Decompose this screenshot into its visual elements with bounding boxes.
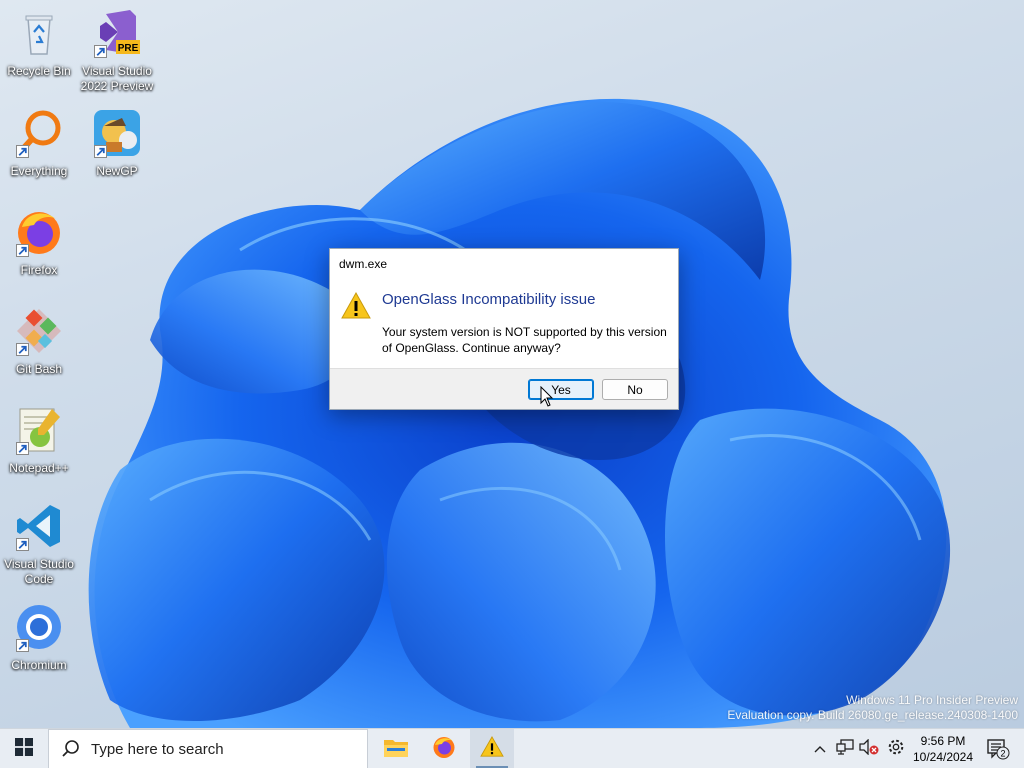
chevron-up-icon (814, 740, 826, 758)
desktop-icon-vscode[interactable]: Visual Studio Code (0, 497, 78, 587)
shortcut-arrow-icon (16, 145, 29, 158)
desktop-icon-visual-studio-preview[interactable]: PRE Visual Studio 2022 Preview (78, 4, 156, 94)
clock-time: 9:56 PM (920, 734, 966, 748)
yes-button[interactable]: Yes (528, 379, 594, 400)
warning-icon (341, 291, 371, 320)
desktop-icon-label: Recycle Bin (7, 64, 71, 78)
network-icon (836, 738, 854, 760)
taskbar-dwm-dialog[interactable] (470, 729, 514, 768)
watermark-line: Evaluation copy. Build 26080.ge_release.… (727, 708, 1018, 722)
watermark-line: Windows 11 Pro Insider Preview (846, 693, 1018, 707)
volume-muted-icon (859, 737, 879, 760)
search-placeholder: Type here to search (91, 740, 224, 758)
desktop-icon-label: Everything (10, 164, 68, 178)
evaluation-watermark: Windows 11 Pro Insider Preview Evaluatio… (727, 693, 1018, 723)
vscode-icon (14, 501, 64, 551)
clock-date: 10/24/2024 (912, 750, 974, 764)
shortcut-arrow-icon (16, 442, 29, 455)
firefox-icon (432, 735, 456, 764)
dialog-body: OpenGlass Incompatibility issue Your sys… (330, 278, 678, 369)
desktop-icon-notepad-plus-plus[interactable]: Notepad++ (0, 401, 78, 491)
dialog-titlebar[interactable]: dwm.exe (330, 249, 678, 278)
recycle-bin-icon (14, 8, 64, 58)
shortcut-arrow-icon (94, 145, 107, 158)
network-button[interactable] (834, 729, 856, 768)
taskbar: Type here to search 9:56 PM 10/24/2024 2 (0, 728, 1024, 768)
shortcut-arrow-icon (16, 639, 29, 652)
notification-icon: 2 (986, 738, 1010, 760)
chromium-icon (14, 602, 64, 652)
dialog-title: dwm.exe (339, 256, 388, 271)
volume-button[interactable] (858, 729, 880, 768)
no-button[interactable]: No (602, 379, 668, 400)
message-dialog: dwm.exe OpenGlass Incompatibility issue … (329, 248, 679, 410)
newgp-icon (92, 108, 142, 158)
file-explorer-icon (383, 736, 409, 763)
warning-icon (480, 735, 504, 763)
desktop-icon-label: Chromium (11, 658, 67, 672)
desktop-icon-label: Visual Studio Code (4, 557, 74, 586)
desktop-icon-newgp[interactable]: NewGP (78, 104, 156, 194)
desktop-icon-label: Notepad++ (9, 461, 69, 475)
shortcut-arrow-icon (16, 343, 29, 356)
desktop-icon-label: NewGP (96, 164, 138, 178)
git-bash-icon (14, 306, 64, 356)
desktop-icon-chromium[interactable]: Chromium (0, 598, 78, 688)
shortcut-arrow-icon (94, 45, 107, 58)
search-icon (61, 739, 81, 759)
notification-count: 2 (1000, 749, 1005, 759)
desktop-icon-label: Firefox (20, 263, 58, 277)
firefox-icon (14, 207, 64, 257)
desktop-icon-git-bash[interactable]: Git Bash (0, 302, 78, 392)
notification-center-button[interactable]: 2 (982, 729, 1014, 768)
show-hidden-icons-button[interactable] (810, 729, 830, 768)
notepad-plus-plus-icon (14, 405, 64, 455)
desktop-icon-firefox[interactable]: Firefox (0, 203, 78, 293)
dialog-button-bar: Yes No (330, 368, 678, 409)
taskbar-file-explorer[interactable] (374, 729, 418, 768)
taskbar-search-box[interactable]: Type here to search (48, 729, 368, 768)
gear-icon (887, 738, 905, 761)
mouse-cursor-icon (540, 385, 554, 408)
preview-badge: PRE (118, 43, 139, 54)
everything-search-icon (14, 108, 64, 158)
desktop-icon-label: Visual Studio 2022 Preview (80, 64, 154, 93)
shortcut-arrow-icon (16, 538, 29, 551)
settings-button[interactable] (884, 729, 908, 768)
taskbar-firefox[interactable] (422, 729, 466, 768)
desktop-icon-label: Git Bash (15, 362, 63, 376)
windows-logo-icon (15, 737, 33, 761)
taskbar-clock[interactable]: 9:56 PM 10/24/2024 (910, 729, 976, 768)
desktop-icon-everything[interactable]: Everything (0, 104, 78, 194)
dialog-message: Your system version is NOT supported by … (382, 325, 667, 355)
desktop-icon-recycle-bin[interactable]: Recycle Bin (0, 4, 78, 94)
dialog-heading: OpenGlass Incompatibility issue (382, 291, 596, 308)
visual-studio-preview-icon: PRE (92, 8, 142, 58)
start-button[interactable] (0, 729, 48, 768)
shortcut-arrow-icon (16, 244, 29, 257)
